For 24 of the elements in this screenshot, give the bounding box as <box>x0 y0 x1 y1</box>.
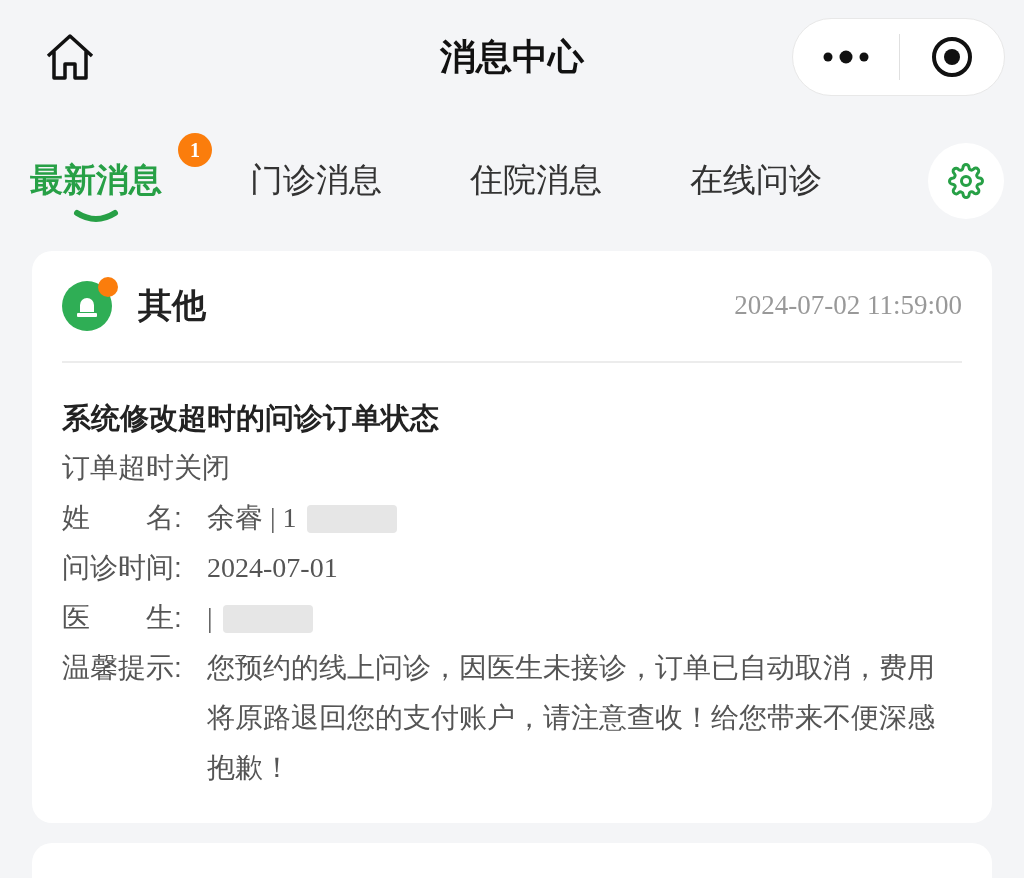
close-icon[interactable] <box>930 35 974 80</box>
message-summary: 订单超时关闭 <box>62 450 231 485</box>
field-value: 您预约的线上问诊，因医生未接诊，订单已自动取消，费用将原路退回您的支付账户，请注意查收！给您带来不便深感抱歉！ <box>207 650 936 785</box>
more-icon[interactable] <box>823 50 869 65</box>
page-title: 消息中心 <box>439 35 585 80</box>
field-value: 2024-07-01 <box>207 550 338 585</box>
field-value: | <box>207 600 213 635</box>
home-icon[interactable] <box>44 32 96 83</box>
message-category: 其他 <box>138 285 206 327</box>
selected-indicator <box>73 208 119 223</box>
field-label: 医 生: <box>62 600 183 635</box>
tab[interactable]: 门诊消息 <box>250 144 382 215</box>
field-label: 问诊时间: <box>62 550 183 585</box>
field-value: 余睿 | 1 <box>207 500 297 535</box>
message-card[interactable]: 其他 2024-07-02 11:59:00 系统修改超时的问诊订单状态 订单超时关闭 姓 名: 余睿 | 1 问诊时间: 2024-07-01 医 生: | 温馨提示: 您预约的线上问诊，因医生未接诊，订单已自动取消，费用将原路退回您的支付账户，请注意查收！给您带来不便深感抱歉！ <box>32 250 992 823</box>
settings-icon <box>948 162 984 199</box>
message-subject: 系统修改超时的问诊订单状态 <box>62 400 440 436</box>
field-label: 温馨提示: <box>62 650 183 685</box>
field-label: 姓 名: <box>62 500 183 535</box>
message-time: 2024-07-02 11:59:00 <box>734 289 962 323</box>
tab[interactable]: 住院消息 <box>470 144 602 215</box>
unread-badge: 1 <box>178 132 212 167</box>
bell-icon <box>62 280 112 331</box>
tab[interactable]: 在线问诊 <box>690 144 822 215</box>
